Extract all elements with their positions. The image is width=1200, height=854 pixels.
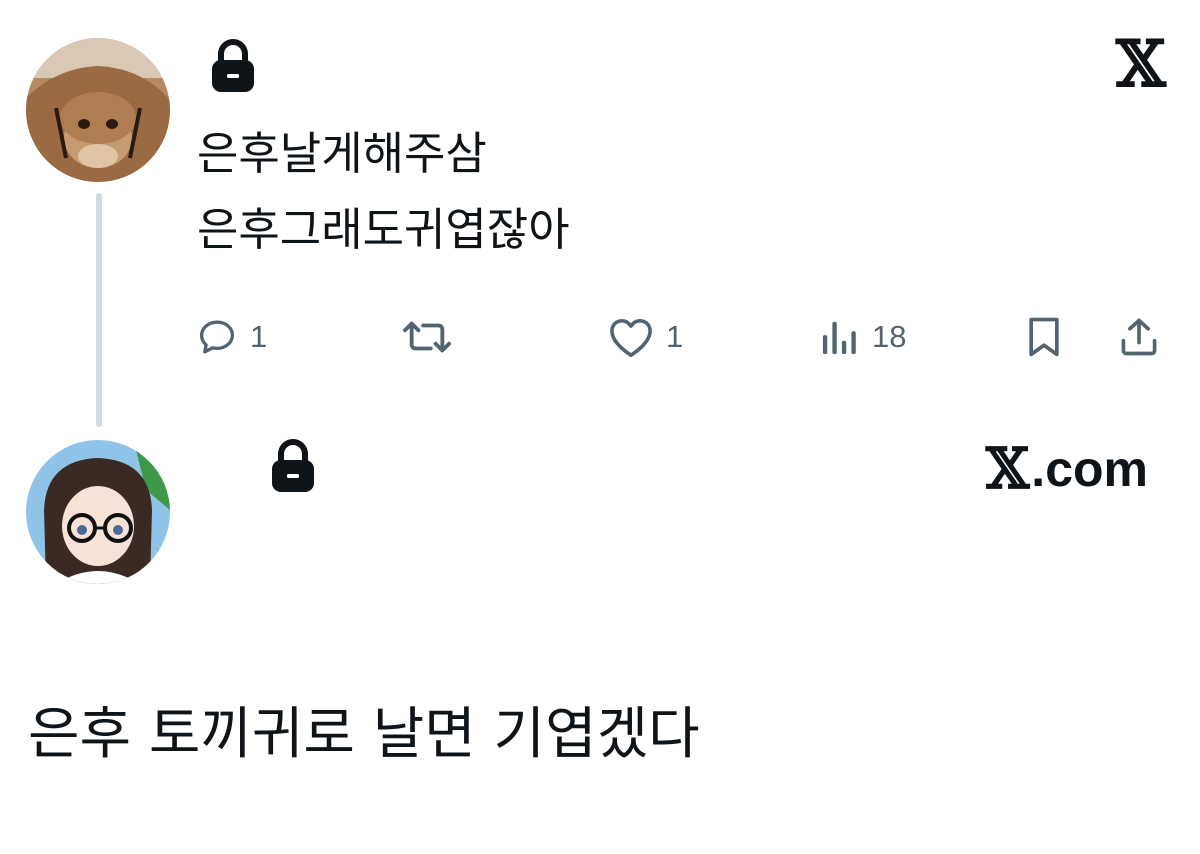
- retweet-button[interactable]: [398, 314, 468, 360]
- anime-girl-avatar-image: [26, 440, 170, 584]
- reply-count: 1: [250, 319, 268, 354]
- reply-button[interactable]: 1: [196, 314, 267, 360]
- share-button[interactable]: [1116, 314, 1162, 360]
- user-avatar[interactable]: [26, 440, 170, 584]
- user-avatar[interactable]: [26, 38, 170, 182]
- domain-text: .com: [1031, 441, 1148, 497]
- heart-icon: [608, 316, 654, 358]
- x-logo-icon: 𝕏: [985, 436, 1030, 502]
- like-count: 1: [666, 319, 684, 354]
- x-com-watermark: 𝕏 .com: [986, 436, 1148, 502]
- bookmark-icon: [1024, 315, 1064, 359]
- caption-text: 은후 토끼귀로 날면 기엽겠다: [28, 702, 700, 767]
- share-icon: [1116, 315, 1162, 359]
- tweet-line-2: 은후그래도귀엽잖아: [197, 203, 570, 256]
- lock-icon: [268, 438, 318, 492]
- retweet-icon: [398, 314, 456, 360]
- x-logo-icon[interactable]: 𝕏: [1116, 30, 1166, 100]
- thread-connector: [96, 193, 102, 427]
- tweet-text: 은후날게해주삼 은후그래도귀엽잖아: [197, 116, 570, 268]
- views-count: 18: [872, 319, 907, 354]
- like-button[interactable]: 1: [608, 314, 683, 360]
- lock-icon: [208, 38, 258, 92]
- bookmark-button[interactable]: [1024, 314, 1064, 360]
- rabbit-avatar-image: [26, 38, 170, 182]
- reply-icon: [196, 316, 238, 358]
- tweet-line-1: 은후날게해주삼: [197, 127, 487, 180]
- views-icon: [820, 318, 860, 356]
- views-button[interactable]: 18: [820, 314, 906, 360]
